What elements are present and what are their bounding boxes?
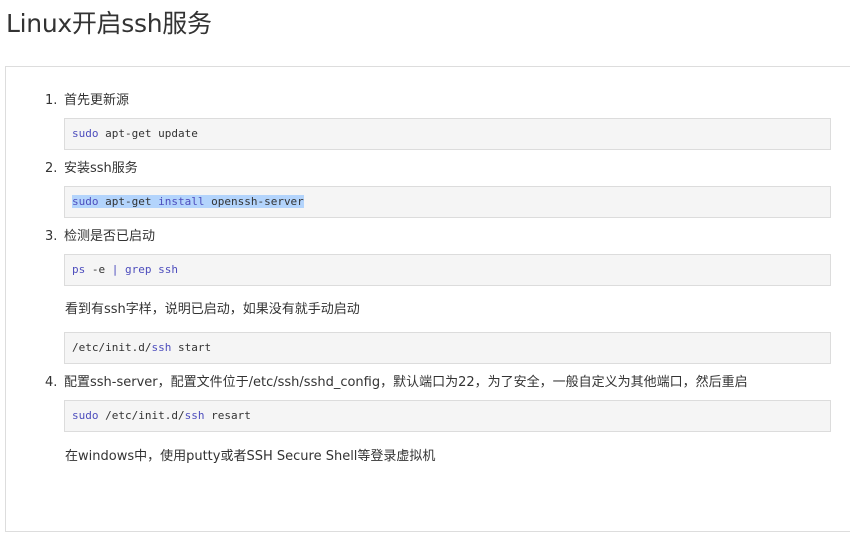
code-line[interactable]: sudo apt-get update bbox=[72, 127, 198, 140]
footer-note: 在windows中，使用putty或者SSH Secure Shell等登录虚拟… bbox=[65, 449, 436, 464]
code-block[interactable]: sudo apt-get update bbox=[64, 118, 831, 150]
code-block[interactable]: /etc/init.d/ssh start bbox=[64, 332, 831, 364]
code-keyword: install bbox=[158, 195, 205, 208]
code-line[interactable]: sudo apt-get install openssh-server bbox=[72, 195, 304, 208]
code-keyword: ssh bbox=[158, 263, 178, 276]
code-keyword: sudo bbox=[72, 127, 99, 140]
step-number: 3. bbox=[45, 229, 58, 244]
code-text: apt-get bbox=[98, 195, 159, 208]
code-block[interactable]: sudo apt-get install openssh-server bbox=[64, 186, 831, 218]
step-text: 检测是否已启动 bbox=[64, 229, 156, 244]
code-block[interactable]: sudo /etc/init.d/ssh resart bbox=[64, 400, 831, 432]
step-3: 3. 检测是否已启动 bbox=[45, 228, 155, 246]
code-line[interactable]: sudo /etc/init.d/ssh resart bbox=[72, 409, 251, 422]
code-keyword: sudo bbox=[72, 409, 99, 422]
code-keyword: grep bbox=[125, 263, 152, 276]
code-keyword: ps bbox=[72, 263, 86, 276]
code-text: start bbox=[171, 341, 212, 354]
step-text: 安装ssh服务 bbox=[64, 161, 138, 176]
code-keyword: ssh bbox=[184, 409, 205, 422]
code-line[interactable]: ps -e | grep ssh bbox=[72, 263, 178, 276]
code-text: resart bbox=[204, 409, 251, 422]
code-text: apt-get update bbox=[98, 127, 198, 140]
step-text: 首先更新源 bbox=[64, 93, 130, 108]
code-text: -e bbox=[85, 263, 112, 276]
code-line[interactable]: /etc/init.d/ssh start bbox=[72, 341, 211, 354]
step-number: 2. bbox=[45, 161, 58, 176]
page-title: Linux开启ssh服务 bbox=[6, 9, 212, 38]
step-note: 看到有ssh字样，说明已启动，如果没有就手动启动 bbox=[65, 302, 360, 317]
code-text: /etc/init.d/ bbox=[98, 409, 185, 422]
code-text: openssh-server bbox=[204, 195, 304, 208]
code-keyword: sudo bbox=[72, 195, 99, 208]
step-number: 4. bbox=[45, 375, 58, 390]
step-2: 2. 安装ssh服务 bbox=[45, 160, 138, 178]
code-text: /etc/init.d/ bbox=[72, 341, 152, 354]
step-number: 1. bbox=[45, 93, 58, 108]
code-keyword: ssh bbox=[151, 341, 172, 354]
code-block[interactable]: ps -e | grep ssh bbox=[64, 254, 831, 286]
step-text: 配置ssh-server，配置文件位于/etc/ssh/sshd_config，… bbox=[64, 375, 748, 390]
step-1: 1. 首先更新源 bbox=[45, 92, 129, 110]
step-4: 4. 配置ssh-server，配置文件位于/etc/ssh/sshd_confi… bbox=[45, 374, 748, 392]
